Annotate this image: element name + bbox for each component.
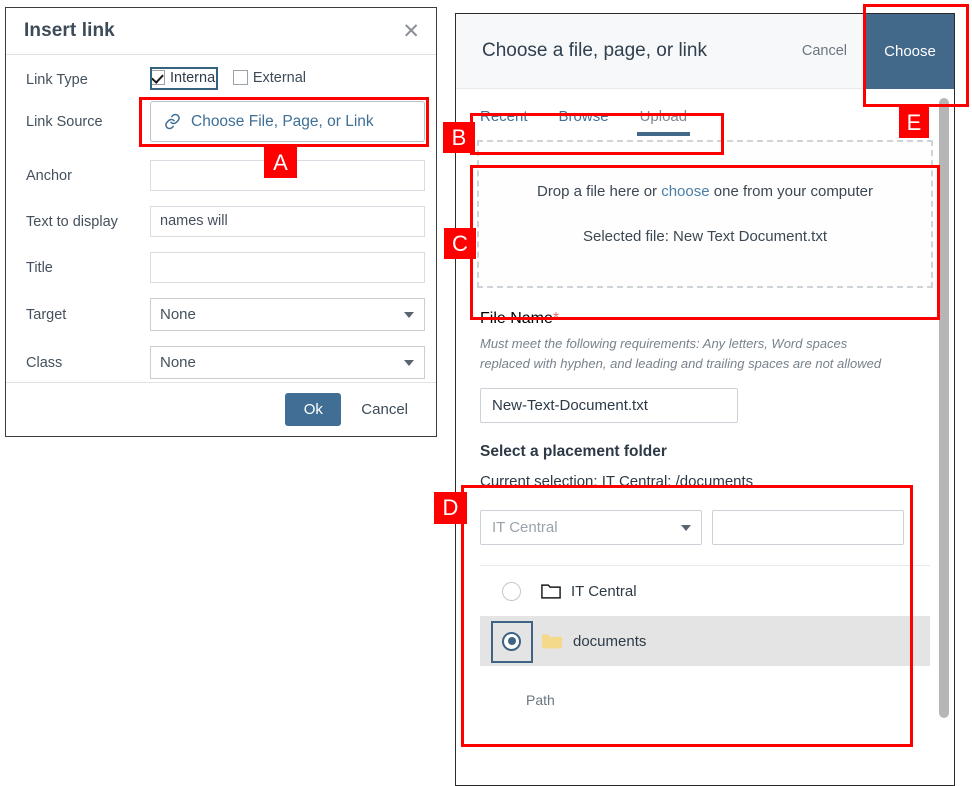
path-label: Path bbox=[526, 692, 555, 709]
form-row-target: Target None bbox=[26, 298, 425, 331]
panel-scrollbar-thumb[interactable] bbox=[939, 98, 949, 718]
file-name-section: File Name* Must meet the following requi… bbox=[456, 288, 954, 424]
choose-file-page-or-link-button[interactable]: Choose File, Page, or Link bbox=[150, 101, 425, 142]
file-name-help-text: Must meet the following requirements: An… bbox=[480, 336, 882, 372]
checkbox-external-box[interactable] bbox=[232, 70, 248, 86]
close-icon[interactable]: ✕ bbox=[402, 20, 420, 42]
placement-inputs: IT Central bbox=[480, 510, 930, 546]
folder-name: IT Central bbox=[571, 582, 637, 600]
link-chain-icon bbox=[163, 112, 182, 131]
link-type-label: Link Type bbox=[26, 72, 88, 88]
checkbox-internal[interactable]: Internal bbox=[150, 70, 218, 86]
radio-folder-it-central[interactable] bbox=[502, 581, 521, 601]
list-item[interactable]: IT Central bbox=[480, 566, 930, 616]
anchor-label: Anchor bbox=[26, 167, 72, 184]
placement-search-input[interactable] bbox=[712, 510, 904, 546]
dropzone-instruction: Drop a file here or choose one from your… bbox=[537, 183, 873, 200]
radio-folder-documents[interactable] bbox=[502, 631, 521, 651]
placement-site-select-value: IT Central bbox=[492, 519, 558, 537]
form-row-text-to-display: Text to display names will bbox=[26, 206, 425, 237]
tab-recent[interactable]: Recent bbox=[480, 108, 528, 136]
target-label: Target bbox=[26, 306, 67, 323]
insert-link-form: Link Type Internal External Link Source bbox=[6, 55, 436, 379]
file-dropzone[interactable]: Drop a file here or choose one from your… bbox=[477, 140, 933, 288]
checkbox-internal-label: Internal bbox=[170, 69, 219, 86]
chevron-down-icon bbox=[681, 524, 691, 531]
file-name-label: File Name* bbox=[480, 310, 930, 328]
target-select[interactable]: None bbox=[150, 298, 425, 331]
folder-list: IT Central documents bbox=[480, 565, 930, 667]
target-select-value: None bbox=[160, 306, 196, 323]
chevron-down-icon bbox=[404, 311, 414, 318]
cancel-button[interactable]: Cancel bbox=[355, 400, 414, 419]
placement-site-select[interactable]: IT Central bbox=[480, 510, 702, 546]
anchor-input[interactable] bbox=[150, 160, 425, 191]
required-marker: * bbox=[552, 310, 560, 327]
page-title: Insert link bbox=[24, 20, 115, 41]
tab-bar: Recent Browse Upload bbox=[456, 89, 954, 136]
choose-file-panel: Choose a file, page, or link Cancel Choo… bbox=[455, 13, 955, 786]
list-item[interactable]: documents bbox=[480, 616, 930, 667]
placement-title: Select a placement folder bbox=[480, 443, 667, 461]
folder-outline-icon bbox=[541, 583, 561, 600]
placement-folder-section: Select a placement folder Current select… bbox=[456, 423, 954, 708]
dropzone-selected-file: Selected file: New Text Document.txt bbox=[583, 228, 827, 245]
file-name-input[interactable]: New-Text-Document.txt bbox=[480, 388, 738, 424]
class-select-value: None bbox=[160, 354, 196, 371]
dropzone-choose-link[interactable]: choose bbox=[661, 183, 709, 200]
form-row-anchor: Anchor bbox=[26, 160, 425, 191]
link-source-label: Link Source bbox=[26, 113, 103, 130]
class-select[interactable]: None bbox=[150, 346, 425, 379]
chevron-down-icon bbox=[404, 359, 414, 366]
checkbox-internal-box[interactable] bbox=[150, 70, 165, 86]
checkbox-external-label: External bbox=[252, 69, 307, 86]
folder-filled-icon bbox=[541, 632, 563, 650]
form-row-link-source: Link Source Choose File, Page, or Link bbox=[26, 101, 425, 142]
dropzone-text-after: one from your computer bbox=[709, 183, 873, 200]
file-name-label-text: File Name bbox=[480, 310, 553, 327]
form-row-link-type: Link Type Internal External bbox=[26, 66, 416, 91]
form-row-title: Title bbox=[26, 252, 425, 283]
link-source-value: Choose File, Page, or Link bbox=[191, 112, 374, 130]
title-input[interactable] bbox=[150, 252, 425, 283]
choose-button[interactable]: Choose bbox=[865, 14, 954, 89]
dropzone-text-before: Drop a file here or bbox=[536, 183, 662, 200]
choose-panel-title: Choose a file, page, or link bbox=[482, 40, 707, 61]
text-to-display-input[interactable]: names will bbox=[150, 206, 425, 237]
cancel-link[interactable]: Cancel bbox=[802, 43, 847, 59]
insert-link-footer: Ok Cancel bbox=[6, 382, 436, 436]
class-label: Class bbox=[26, 354, 63, 371]
folder-name: documents bbox=[573, 632, 647, 650]
ok-button[interactable]: Ok bbox=[285, 393, 342, 426]
tab-upload[interactable]: Upload bbox=[636, 108, 690, 136]
choose-panel-header: Choose a file, page, or link Cancel Choo… bbox=[456, 14, 954, 89]
checkbox-external[interactable]: External bbox=[232, 69, 307, 86]
form-row-class: Class None bbox=[26, 346, 425, 379]
text-to-display-label: Text to display bbox=[26, 213, 118, 230]
insert-link-titlebar: Insert link ✕ bbox=[6, 8, 436, 55]
placement-current-selection: Current selection: IT Central: /document… bbox=[480, 473, 754, 491]
title-label: Title bbox=[26, 259, 53, 276]
tab-browse[interactable]: Browse bbox=[559, 108, 609, 136]
insert-link-dialog: Insert link ✕ Link Type Internal Externa… bbox=[5, 7, 437, 437]
